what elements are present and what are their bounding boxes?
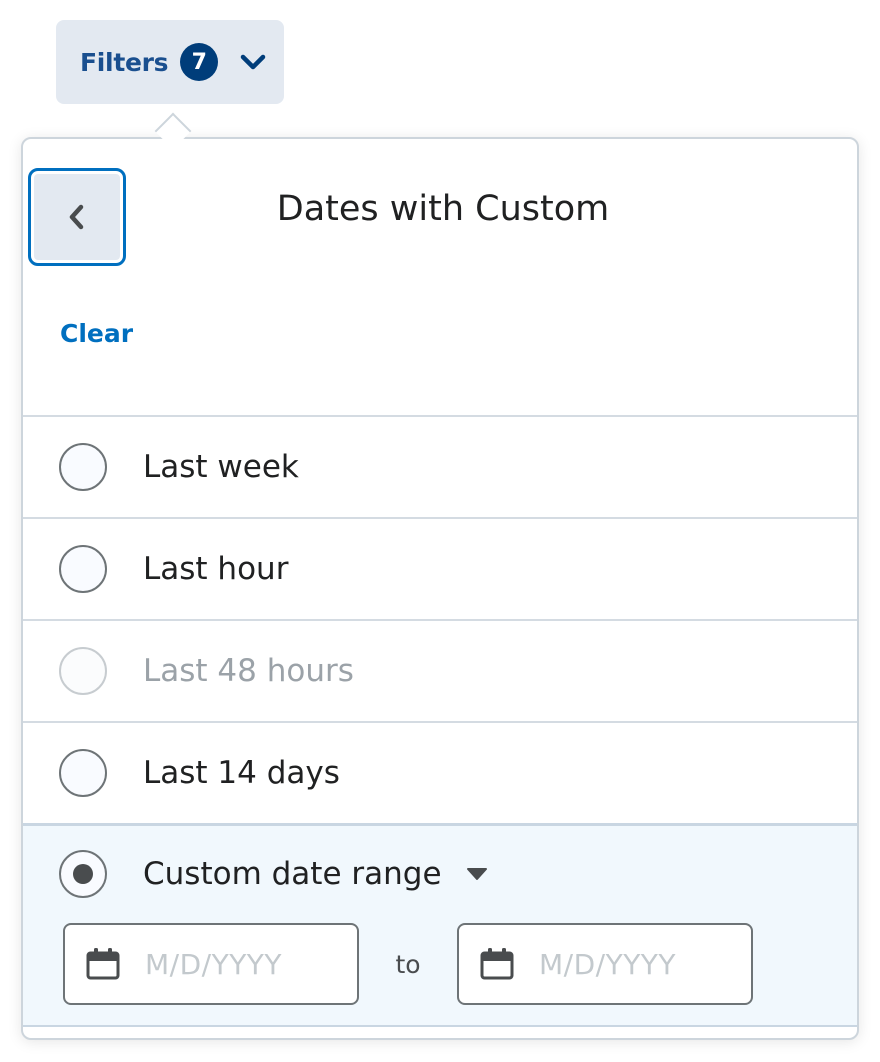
end-date-placeholder: M/D/YYYY [539, 947, 676, 981]
filters-label: Filters [80, 47, 169, 77]
calendar-icon [480, 948, 514, 980]
end-date-input[interactable]: M/D/YYYY [457, 923, 753, 1005]
panel-title: Dates with Custom [276, 189, 610, 229]
radio-button[interactable] [59, 443, 107, 491]
option-label: Custom date range [143, 856, 442, 892]
back-button[interactable] [28, 168, 126, 266]
date-options-list: Last week Last hour Last 48 hours Last 1… [23, 415, 857, 1027]
custom-date-inputs: M/D/YYYY to M/D/YYYY [23, 922, 857, 1006]
radio-button [59, 647, 107, 695]
caret-down-icon[interactable] [466, 867, 488, 881]
option-last-week[interactable]: Last week [23, 415, 857, 517]
filters-count-badge: 7 [180, 43, 219, 81]
to-label: to [395, 949, 421, 979]
option-label: Last 14 days [143, 755, 340, 791]
start-date-input[interactable]: M/D/YYYY [63, 923, 359, 1005]
calendar-icon [86, 948, 120, 980]
radio-button[interactable] [59, 749, 107, 797]
custom-range-header[interactable]: Custom date range [23, 826, 857, 922]
chevron-down-icon [240, 54, 266, 70]
option-custom-date-range: Custom date range M/D/YYYY to M/D/YYYY [23, 823, 857, 1027]
start-date-placeholder: M/D/YYYY [145, 947, 282, 981]
option-last-14-days[interactable]: Last 14 days [23, 721, 857, 823]
radio-dot [73, 864, 93, 884]
chevron-left-icon [69, 204, 84, 230]
option-label: Last 48 hours [143, 653, 354, 689]
clear-button[interactable]: Clear [60, 319, 133, 348]
option-label: Last hour [143, 551, 289, 587]
option-last-hour[interactable]: Last hour [23, 517, 857, 619]
radio-button-selected[interactable] [59, 850, 107, 898]
option-last-48-hours: Last 48 hours [23, 619, 857, 721]
radio-button[interactable] [59, 545, 107, 593]
option-label: Last week [143, 449, 299, 485]
filters-button[interactable]: Filters 7 [56, 20, 284, 104]
date-filter-dropdown: Dates with Custom Clear Last week Last h… [21, 137, 859, 1040]
